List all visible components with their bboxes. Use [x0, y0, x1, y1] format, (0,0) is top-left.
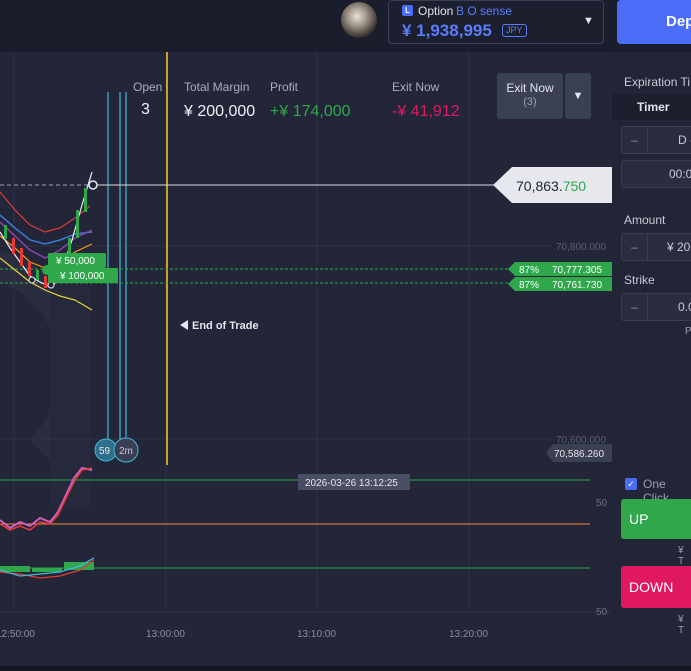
one-click-checkbox[interactable]: ✓: [625, 478, 637, 490]
down-note: ¥ T: [678, 614, 685, 636]
amount-value: ¥ 200: [667, 240, 691, 254]
profit-label: Profit: [270, 80, 299, 94]
up-button[interactable]: UP: [621, 499, 691, 539]
position-icon: [42, 265, 52, 275]
time-tick: 13:00:00: [146, 629, 185, 640]
cursor-time: 2026-03-26 13:12:25: [305, 478, 398, 489]
bottom-strip: [0, 666, 691, 671]
position-tag-label: ¥ 50,000: [55, 256, 95, 267]
date-stepper[interactable]: – D -: [621, 126, 691, 154]
amount-stepper[interactable]: – ¥ 200: [621, 233, 691, 261]
exit-now-label: Exit Now: [392, 80, 440, 94]
currency-badge: JPY: [502, 24, 527, 37]
minus-icon[interactable]: –: [622, 294, 648, 320]
chevron-down-icon: ▼: [572, 90, 584, 102]
current-price-main: 70,863.750: [516, 178, 586, 194]
time-tick: 13:10:00: [297, 629, 336, 640]
timer-bubble-label: 59: [99, 446, 111, 457]
chevron-down-icon[interactable]: ▼: [583, 15, 594, 27]
tab-timer[interactable]: Timer: [637, 100, 669, 114]
position-tag-label: ¥ 100,000: [59, 271, 105, 282]
user-avatar[interactable]: [341, 2, 377, 38]
exit-now-button-count: (3): [523, 96, 537, 108]
margin-value: ¥ 200,000: [184, 103, 256, 120]
strike-tag-price: 70,761.730: [552, 280, 602, 291]
exit-now-value: -¥ 41,912: [392, 103, 460, 120]
watermark-bar: [50, 280, 90, 510]
strike-note: P: [685, 326, 691, 337]
deposit-button[interactable]: Dep: [617, 0, 691, 44]
time-tick: 12:50:00: [0, 629, 35, 640]
price-level-label: 70,800.000: [556, 242, 606, 253]
osc-level-label: 50: [596, 498, 608, 509]
open-label: Open: [133, 80, 163, 94]
strike-stepper[interactable]: – 0.0: [621, 293, 691, 321]
account-name: B O sense: [456, 4, 513, 18]
account-balance: ¥ 1,938,995: [402, 21, 492, 40]
exit-now-button[interactable]: Exit Now (3): [497, 73, 563, 119]
open-value: 3: [141, 101, 150, 118]
time-input[interactable]: 00:0: [621, 160, 691, 188]
end-of-trade-label: End of Trade: [192, 320, 259, 332]
low-price-label: 70,586.260: [554, 449, 604, 460]
arrow-left-icon: [180, 320, 188, 330]
exit-dropdown-button[interactable]: ▼: [565, 73, 591, 119]
time-tick: 13:20:00: [449, 629, 488, 640]
expiration-label: Expiration Ti: [624, 75, 691, 89]
strike-label: Strike: [624, 273, 655, 287]
timer-bubble-label: 2m: [119, 446, 133, 457]
amount-label: Amount: [624, 213, 666, 227]
chart-svg: ¥ 50,000 ¥ 100,000 70,863.750 70,800.000…: [0, 52, 612, 640]
up-note: ¥ T: [678, 545, 685, 567]
current-price-dot: [88, 180, 98, 190]
osc-level-label: 50: [596, 607, 608, 618]
entry-marker: [28, 276, 36, 284]
strike-value: 0.0: [678, 300, 691, 314]
exit-now-button-label: Exit Now: [506, 81, 554, 95]
margin-label: Total Margin: [184, 80, 250, 94]
minus-icon[interactable]: –: [622, 234, 648, 260]
strike-tag-price: 70,777.305: [552, 265, 602, 276]
strike-tag-pct: 87%: [519, 280, 539, 291]
strike-tag-pct: 87%: [519, 265, 539, 276]
date-value: D -: [678, 133, 691, 147]
time-value: 00:0: [669, 167, 691, 181]
account-type: Option: [418, 4, 454, 18]
account-selector[interactable]: L Option B O sense ¥ 1,938,995 JPY ▼: [388, 0, 604, 44]
minus-icon[interactable]: –: [622, 127, 648, 153]
profit-value: +¥ 174,000: [270, 103, 351, 120]
account-level-badge: L: [402, 5, 413, 16]
price-chart[interactable]: ¥ 50,000 ¥ 100,000 70,863.750 70,800.000…: [0, 52, 612, 666]
down-button[interactable]: DOWN: [621, 566, 691, 608]
